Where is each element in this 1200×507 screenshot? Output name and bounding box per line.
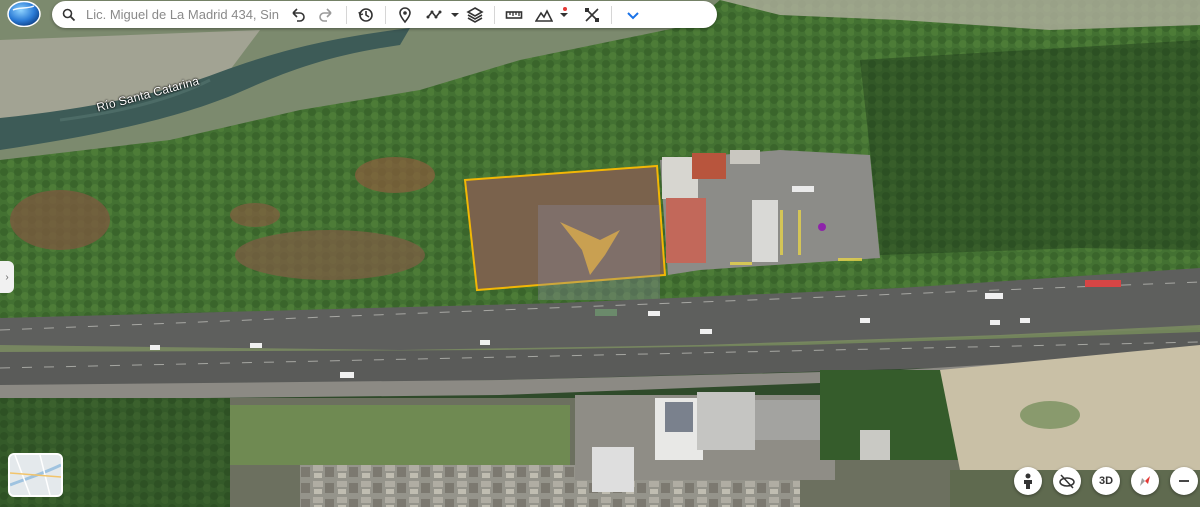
satellite-map[interactable]	[0, 0, 1200, 507]
compass-button[interactable]	[1131, 467, 1159, 495]
zoom-out-button[interactable]	[1170, 467, 1198, 495]
search-input[interactable]	[86, 7, 282, 22]
chevron-down-icon[interactable]	[450, 1, 460, 28]
solar-panels	[665, 402, 693, 432]
placemark-button[interactable]	[390, 1, 420, 28]
globe-logo-button[interactable]	[7, 0, 41, 28]
measure-button[interactable]	[577, 1, 607, 28]
notification-dot	[563, 7, 567, 11]
terrain-icon	[535, 8, 553, 22]
layers-button[interactable]	[460, 1, 490, 28]
layers-icon	[466, 6, 484, 23]
collapse-toolbar-button[interactable]	[618, 1, 648, 28]
toolbar-divider	[611, 5, 612, 24]
toolbar	[52, 1, 717, 28]
toolbar-divider	[494, 5, 495, 24]
chevron-right-icon: ›	[5, 271, 9, 283]
view-3d-button[interactable]: 3D	[1092, 467, 1120, 495]
toolbar-divider	[385, 5, 386, 24]
street-view-button[interactable]	[1014, 467, 1042, 495]
undo-button[interactable]	[282, 1, 312, 28]
redo-button[interactable]	[312, 1, 342, 28]
path-button[interactable]	[420, 1, 450, 28]
chevron-down-icon[interactable]	[559, 1, 569, 28]
placemark-icon	[399, 6, 411, 23]
collapse-chevron-icon	[627, 11, 639, 19]
pegman-icon	[1024, 473, 1032, 489]
search-icon[interactable]	[52, 1, 86, 28]
tilt-off-icon	[1059, 474, 1075, 489]
side-panel-handle[interactable]: ›	[0, 261, 14, 293]
history-icon	[358, 7, 373, 22]
minimap[interactable]	[8, 453, 63, 497]
terrain-button[interactable]	[529, 1, 559, 28]
redo-icon	[319, 7, 332, 22]
measure-icon	[585, 7, 599, 22]
ruler-icon	[505, 10, 523, 19]
path-icon	[426, 10, 442, 18]
poi-marker[interactable]	[818, 223, 826, 231]
tilt-button[interactable]	[1053, 467, 1081, 495]
history-button[interactable]	[351, 1, 381, 28]
ruler-button[interactable]	[499, 1, 529, 28]
station-canopy	[752, 200, 778, 262]
minus-icon	[1179, 480, 1189, 482]
building-roof	[692, 153, 726, 179]
compass-icon	[1140, 476, 1150, 486]
toolbar-divider	[346, 5, 347, 24]
undo-icon	[292, 7, 305, 22]
view-3d-label: 3D	[1098, 475, 1114, 487]
building-roof	[666, 198, 706, 263]
